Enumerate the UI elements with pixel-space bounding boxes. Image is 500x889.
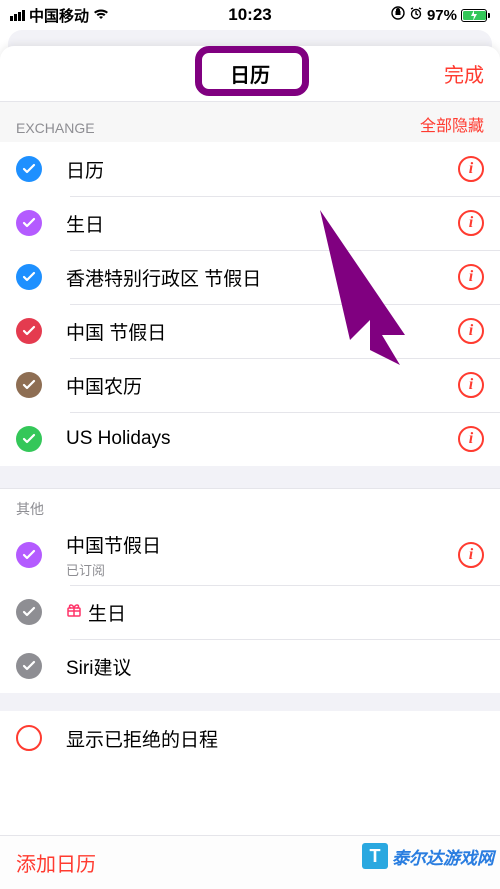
exchange-list: 日历i生日i香港特别行政区 节假日i中国 节假日i中国农历iUS Holiday… [0,142,500,466]
calendar-row[interactable]: 生日i [0,196,500,250]
calendar-row[interactable]: Siri建议 [0,639,500,693]
section-header-exchange: EXCHANGE 全部隐藏 [0,102,500,142]
done-button[interactable]: 完成 [444,46,484,101]
hide-all-button[interactable]: 全部隐藏 [420,112,484,136]
watermark-logo: T [362,843,388,869]
section-title-other: 其他 [16,499,44,519]
row-label: 日历 [66,156,458,183]
checkbox-unchecked[interactable] [16,725,42,751]
sheet-title: 日历 [230,59,270,88]
checkbox-checked[interactable] [16,653,42,679]
wifi-icon [93,7,109,24]
info-button[interactable]: i [458,426,484,452]
battery-icon [461,9,490,22]
checkbox-checked[interactable] [16,318,42,344]
calendar-row[interactable]: 生日 [0,585,500,639]
section-title-exchange: EXCHANGE [16,120,95,136]
row-label: 显示已拒绝的日程 [66,725,484,752]
calendar-sheet: 日历 完成 EXCHANGE 全部隐藏 日历i生日i香港特别行政区 节假日i中国… [0,46,500,889]
info-button[interactable]: i [458,372,484,398]
section-header-other: 其他 [0,488,500,525]
checkbox-checked[interactable] [16,210,42,236]
info-button[interactable]: i [458,210,484,236]
row-label: 生日 [66,599,484,626]
row-label: 香港特别行政区 节假日 [66,264,458,291]
checkbox-checked[interactable] [16,372,42,398]
watermark-text: 泰尔达游戏网 [392,844,494,869]
info-button[interactable]: i [458,156,484,182]
clock: 10:23 [228,5,271,25]
info-button[interactable]: i [458,264,484,290]
calendar-row[interactable]: 日历i [0,142,500,196]
add-calendar-button[interactable]: 添加日历 [16,848,96,877]
info-button[interactable]: i [458,318,484,344]
calendar-row[interactable]: 中国 节假日i [0,304,500,358]
signal-icon [10,10,25,21]
row-label: 中国 节假日 [66,318,458,345]
info-button[interactable]: i [458,542,484,568]
section-gap [0,693,500,711]
section-gap [0,466,500,488]
row-label: 生日 [66,210,458,237]
calendar-row[interactable]: 香港特别行政区 节假日i [0,250,500,304]
row-subtitle: 已订阅 [66,560,458,579]
checkbox-checked[interactable] [16,542,42,568]
sheet-header: 日历 完成 [0,46,500,102]
calendar-row[interactable]: US Holidaysi [0,412,500,466]
row-show-declined[interactable]: 显示已拒绝的日程 [0,711,500,765]
status-right: 97% [391,6,490,24]
checkbox-checked[interactable] [16,599,42,625]
carrier-label: 中国移动 [29,5,89,26]
row-label: Siri建议 [66,653,484,680]
checkbox-checked[interactable] [16,264,42,290]
alarm-icon [409,6,423,24]
row-label: 中国农历 [66,372,458,399]
calendar-row[interactable]: 中国农历i [0,358,500,412]
other-list: 中国节假日已订阅i 生日 Siri建议 [0,525,500,693]
status-left: 中国移动 [10,5,109,26]
battery-percent: 97% [427,7,457,24]
watermark: T 泰尔达游戏网 [362,843,494,869]
row-label: 中国节假日 [66,531,458,558]
calendar-row[interactable]: 中国节假日已订阅i [0,525,500,585]
gift-icon [66,602,82,623]
checkbox-checked[interactable] [16,426,42,452]
checkbox-checked[interactable] [16,156,42,182]
orientation-lock-icon [391,6,405,24]
row-label: US Holidays [66,428,458,450]
status-bar: 中国移动 10:23 97% [0,0,500,30]
